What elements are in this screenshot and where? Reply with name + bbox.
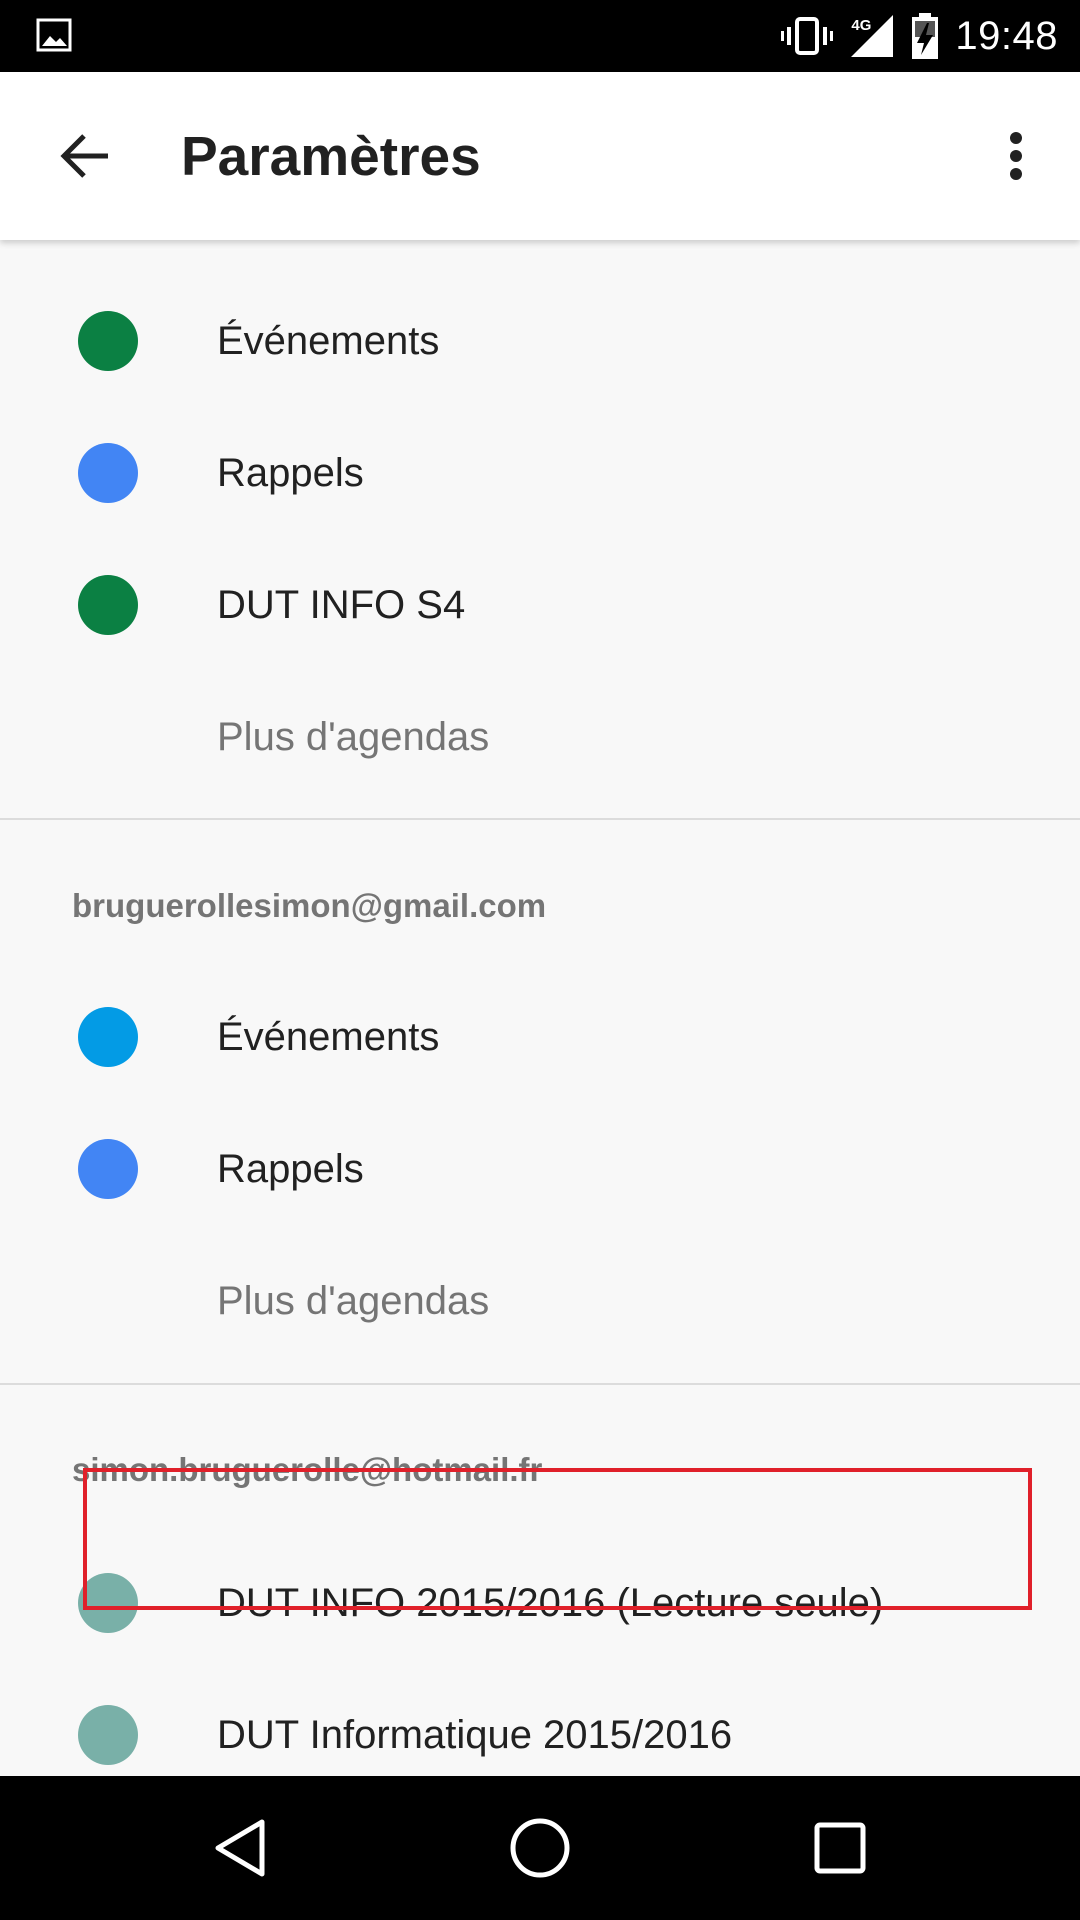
calendar-row[interactable]: Rappels — [0, 1103, 1080, 1235]
home-circle-icon — [510, 1818, 570, 1878]
status-clock: 19:48 — [955, 13, 1058, 58]
calendar-row[interactable]: DUT Informatique 2015/2016 — [0, 1669, 1080, 1776]
settings-list: Événements Rappels DUT INFO S4 Plus d'ag… — [0, 240, 1080, 1776]
calendar-color-dot — [78, 1705, 138, 1765]
nav-home-button[interactable] — [500, 1812, 580, 1884]
calendar-label: DUT INFO S4 — [217, 582, 466, 627]
arrow-back-icon — [60, 134, 108, 178]
account-header: simon.bruguerolle@hotmail.fr — [72, 1451, 543, 1488]
calendar-color-dot — [78, 443, 138, 503]
calendar-row[interactable]: Événements — [0, 275, 1080, 407]
recents-square-icon — [814, 1822, 866, 1874]
calendar-color-dot — [78, 1007, 138, 1067]
calendar-label: Événements — [217, 1014, 440, 1059]
more-calendars-label: Plus d'agendas — [217, 714, 490, 759]
section-divider — [0, 818, 1080, 820]
nav-back-button[interactable] — [200, 1812, 280, 1884]
calendar-label: DUT Informatique 2015/2016 — [217, 1712, 733, 1757]
more-calendars-button[interactable]: Plus d'agendas — [0, 671, 1080, 803]
overflow-menu-button[interactable] — [976, 118, 1056, 194]
calendar-color-dot — [78, 311, 138, 371]
calendar-label: DUT INFO 2015/2016 (Lecture seule) — [217, 1580, 884, 1625]
gallery-icon — [36, 18, 72, 52]
more-calendars-label: Plus d'agendas — [217, 1278, 490, 1323]
calendar-label: Rappels — [217, 1146, 364, 1191]
more-calendars-button[interactable]: Plus d'agendas — [0, 1235, 1080, 1367]
calendar-row[interactable]: Rappels — [0, 407, 1080, 539]
navigation-bar — [0, 1776, 1080, 1920]
vibrate-icon — [781, 17, 834, 55]
calendar-label: Événements — [217, 318, 440, 363]
calendar-label: Rappels — [217, 450, 364, 495]
battery-charging-icon — [912, 13, 939, 59]
more-vert-icon — [1010, 132, 1022, 180]
app-bar: Paramètres — [0, 72, 1080, 240]
back-button[interactable] — [44, 118, 124, 194]
calendar-row[interactable]: DUT INFO S4 — [0, 539, 1080, 671]
signal-icon: 4G — [849, 13, 895, 59]
calendar-color-dot — [78, 1139, 138, 1199]
calendar-row[interactable]: Événements — [0, 971, 1080, 1103]
calendar-color-dot — [78, 575, 138, 635]
back-triangle-icon — [215, 1819, 265, 1877]
nav-recents-button[interactable] — [800, 1812, 880, 1884]
status-bar: 4G 19:48 — [0, 0, 1080, 72]
section-divider — [0, 1383, 1080, 1385]
calendar-color-dot — [78, 1573, 138, 1633]
account-header: bruguerollesimon@gmail.com — [72, 887, 547, 924]
calendar-row[interactable]: DUT INFO 2015/2016 (Lecture seule) — [0, 1537, 1080, 1669]
page-title: Paramètres — [181, 125, 481, 187]
